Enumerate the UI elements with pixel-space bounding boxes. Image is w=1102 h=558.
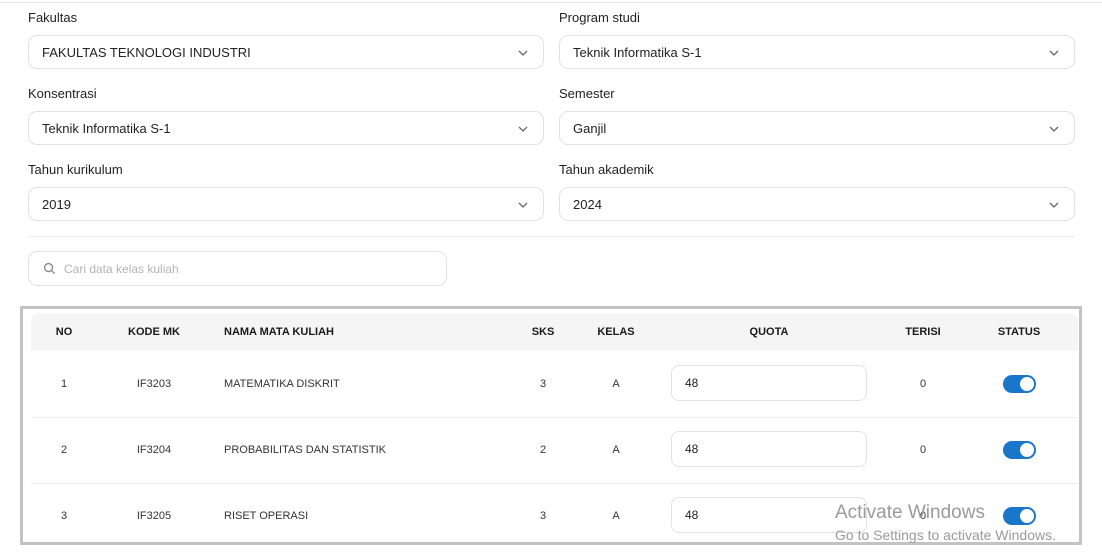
fakultas-label: Fakultas xyxy=(28,10,78,25)
semester-select[interactable]: Ganjil xyxy=(559,111,1075,145)
tahun-kurikulum-select[interactable]: 2019 xyxy=(28,187,544,221)
cell-no: 3 xyxy=(60,510,68,522)
cell-kelas: A xyxy=(612,378,620,390)
cell-kelas: A xyxy=(612,510,620,522)
tahun-akademik-select[interactable]: 2024 xyxy=(559,187,1075,221)
chevron-down-icon xyxy=(1049,50,1059,56)
cell-sks: 3 xyxy=(539,378,547,390)
program-studi-value: Teknik Informatika S-1 xyxy=(573,44,702,60)
cell-sks: 2 xyxy=(539,444,547,456)
cell-kelas: A xyxy=(612,444,620,456)
cell-kode-mk: IF3204 xyxy=(136,444,172,456)
cell-kode-mk: IF3205 xyxy=(136,510,172,522)
konsentrasi-label: Konsentrasi xyxy=(28,86,97,101)
semester-label: Semester xyxy=(559,86,615,101)
quota-input[interactable] xyxy=(671,497,867,533)
cell-nama-mata-kuliah: PROBABILITAS DAN STATISTIK xyxy=(224,444,386,456)
table-row: 1 IF3203 MATEMATIKA DISKRIT 3 A 0 xyxy=(31,351,1078,418)
header-kode-mk: KODE MK xyxy=(128,326,180,338)
header-terisi: TERISI xyxy=(905,326,941,338)
header-nama-mata-kuliah: NAMA MATA KULIAH xyxy=(224,326,334,338)
kelas-kuliah-table: NO KODE MK NAMA MATA KULIAH SKS KELAS QU… xyxy=(20,306,1082,545)
search-input[interactable] xyxy=(64,261,424,276)
search-icon xyxy=(43,262,56,275)
tahun-akademik-value: 2024 xyxy=(573,196,602,212)
header-sks: SKS xyxy=(531,326,555,338)
toggle-knob xyxy=(1020,509,1034,523)
quota-input[interactable] xyxy=(671,365,867,401)
table-row: 3 IF3205 RISET OPERASI 3 A 0 xyxy=(31,483,1078,542)
fakultas-select[interactable]: FAKULTAS TEKNOLOGI INDUSTRI xyxy=(28,35,544,69)
cell-no: 1 xyxy=(60,378,68,390)
chevron-down-icon xyxy=(518,50,528,56)
chevron-down-icon xyxy=(1049,126,1059,132)
cell-terisi: 0 xyxy=(919,510,927,522)
chevron-down-icon xyxy=(518,202,528,208)
tahun-kurikulum-value: 2019 xyxy=(42,196,71,212)
cell-terisi: 0 xyxy=(919,378,927,390)
table-row: 2 IF3204 PROBABILITAS DAN STATISTIK 2 A … xyxy=(31,417,1078,484)
toggle-knob xyxy=(1020,443,1034,457)
cell-terisi: 0 xyxy=(919,444,927,456)
header-status: STATUS xyxy=(997,326,1041,338)
cell-sks: 3 xyxy=(539,510,547,522)
header-quota: QUOTA xyxy=(749,326,789,338)
program-studi-select[interactable]: Teknik Informatika S-1 xyxy=(559,35,1075,69)
cell-no: 2 xyxy=(60,444,68,456)
chevron-down-icon xyxy=(1049,202,1059,208)
program-studi-label: Program studi xyxy=(559,10,640,25)
semester-value: Ganjil xyxy=(573,120,607,136)
tahun-kurikulum-label: Tahun kurikulum xyxy=(28,162,123,177)
konsentrasi-select[interactable]: Teknik Informatika S-1 xyxy=(28,111,544,145)
search-box[interactable] xyxy=(28,251,447,286)
section-divider xyxy=(28,236,1075,237)
table-header: NO KODE MK NAMA MATA KULIAH SKS KELAS QU… xyxy=(31,313,1078,351)
status-toggle[interactable] xyxy=(1003,375,1036,393)
status-toggle[interactable] xyxy=(1003,507,1036,525)
cell-nama-mata-kuliah: MATEMATIKA DISKRIT xyxy=(224,378,340,390)
header-kelas: KELAS xyxy=(597,326,635,338)
quota-input[interactable] xyxy=(671,431,867,467)
cell-nama-mata-kuliah: RISET OPERASI xyxy=(224,510,309,522)
toggle-knob xyxy=(1020,377,1034,391)
status-toggle[interactable] xyxy=(1003,441,1036,459)
top-divider xyxy=(0,2,1102,3)
cell-kode-mk: IF3203 xyxy=(136,378,172,390)
chevron-down-icon xyxy=(518,126,528,132)
fakultas-value: FAKULTAS TEKNOLOGI INDUSTRI xyxy=(42,44,251,60)
tahun-akademik-label: Tahun akademik xyxy=(559,162,654,177)
konsentrasi-value: Teknik Informatika S-1 xyxy=(42,120,171,136)
header-no: NO xyxy=(55,326,73,338)
